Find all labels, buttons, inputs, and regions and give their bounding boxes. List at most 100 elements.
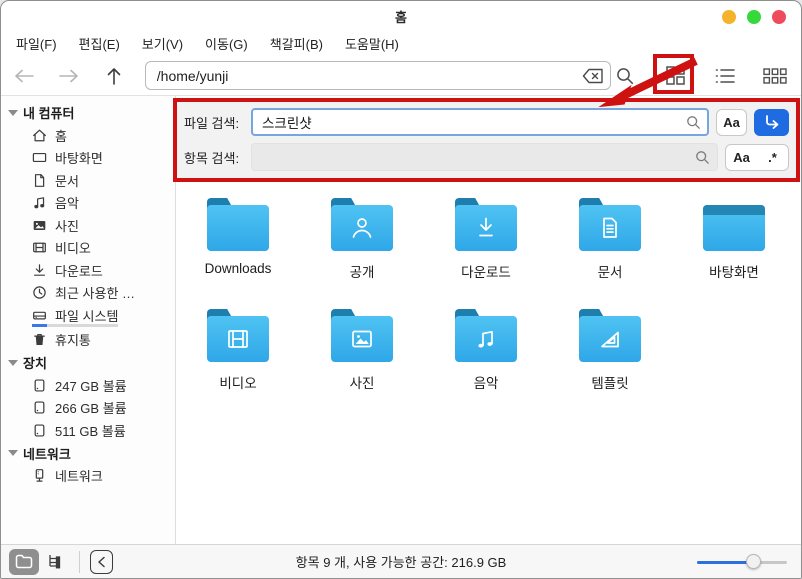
sidebar-section-header[interactable]: 네트워크 bbox=[1, 442, 175, 465]
network-icon bbox=[32, 468, 47, 483]
sidebar-item[interactable]: 문서 bbox=[1, 169, 175, 192]
regex-toggle[interactable]: .* bbox=[757, 150, 788, 165]
sidebar-item-label: 네트워크 bbox=[55, 466, 103, 485]
volume-icon bbox=[32, 400, 47, 415]
file-item-label: 음악 bbox=[474, 372, 499, 392]
folder-icon bbox=[455, 198, 517, 251]
menu-bar: 파일(F)편집(E)보기(V)이동(G)책갈피(B)도움말(H) bbox=[1, 31, 801, 56]
sidebar-item[interactable]: 511 GB 볼륨 bbox=[1, 419, 175, 442]
file-search-label: 파일 검색: bbox=[184, 113, 244, 132]
file-search-row: 파일 검색: Aa bbox=[184, 107, 789, 137]
forward-button[interactable] bbox=[54, 62, 83, 90]
menu-item-5[interactable]: 도움말(H) bbox=[334, 31, 410, 56]
sidebar-item-label: 비디오 bbox=[55, 238, 91, 257]
file-item[interactable]: 문서 bbox=[548, 198, 672, 281]
sidebar-item-label: 문서 bbox=[55, 171, 79, 190]
sidebar-section-header[interactable]: 내 컴퓨터 bbox=[1, 101, 175, 124]
sidebar-item-label: 휴지통 bbox=[55, 330, 91, 349]
expander-triangle-icon bbox=[8, 360, 18, 366]
arrow-up-icon bbox=[106, 66, 122, 86]
file-item[interactable]: 사진 bbox=[300, 309, 424, 392]
document-icon bbox=[32, 173, 47, 188]
back-button[interactable] bbox=[9, 62, 38, 90]
file-search-input[interactable] bbox=[251, 108, 709, 136]
file-grid: Downloads 공개다운로드문서바탕화면비디오사진 음악 템플릿 bbox=[176, 182, 801, 392]
file-item[interactable]: 바탕화면 bbox=[672, 198, 796, 281]
maximize-button[interactable] bbox=[747, 10, 761, 24]
file-item-label: Downloads bbox=[205, 261, 272, 276]
sidebar-item[interactable]: 비디오 bbox=[1, 237, 175, 260]
sidebar-item[interactable]: 네트워크 bbox=[1, 465, 175, 488]
up-button[interactable] bbox=[100, 62, 129, 90]
menu-item-0[interactable]: 파일(F) bbox=[5, 31, 68, 56]
file-item[interactable]: Downloads bbox=[176, 198, 300, 281]
sidebar-item[interactable]: 최근 사용한 … bbox=[1, 282, 175, 305]
path-input[interactable] bbox=[145, 61, 611, 90]
menu-item-4[interactable]: 책갈피(B) bbox=[259, 31, 334, 56]
case-sensitive-button[interactable]: Aa bbox=[716, 109, 747, 136]
item-search-options: Aa .* bbox=[725, 144, 789, 171]
folder-icon bbox=[579, 198, 641, 251]
drive-icon bbox=[32, 308, 47, 323]
item-search-input[interactable] bbox=[251, 143, 718, 171]
tree-pane-button[interactable] bbox=[39, 549, 69, 575]
sidebar-section-label: 네트워크 bbox=[23, 444, 71, 463]
sidebar-item[interactable]: 바탕화면 bbox=[1, 147, 175, 170]
window-title: 홈 bbox=[395, 7, 407, 26]
sidebar-item[interactable]: 247 GB 볼륨 bbox=[1, 374, 175, 397]
folder-icon bbox=[455, 309, 517, 362]
sidebar-item[interactable]: 음악 bbox=[1, 192, 175, 215]
item-search-input-wrap bbox=[251, 143, 718, 171]
zoom-slider[interactable] bbox=[697, 554, 787, 570]
minimize-button[interactable] bbox=[722, 10, 736, 24]
folder-icon bbox=[207, 309, 269, 362]
image-icon bbox=[32, 218, 47, 233]
sidebar-item[interactable]: 홈 bbox=[1, 124, 175, 147]
search-icon bbox=[615, 66, 635, 86]
sidebar-item-label: 사진 bbox=[55, 216, 79, 235]
folder-icon bbox=[331, 198, 393, 251]
clock-icon bbox=[32, 285, 47, 300]
search-go-button[interactable] bbox=[754, 109, 789, 136]
file-item[interactable]: 다운로드 bbox=[424, 198, 548, 281]
sidebar: 내 컴퓨터홈바탕화면문서음악사진비디오다운로드최근 사용한 …파일 시스템휴지통… bbox=[1, 96, 176, 544]
sidebar-item-label: 다운로드 bbox=[55, 261, 103, 280]
compact-view-button[interactable] bbox=[761, 62, 789, 90]
sidebar-item[interactable]: 다운로드 bbox=[1, 259, 175, 282]
file-item-label: 사진 bbox=[350, 372, 375, 392]
menu-item-2[interactable]: 보기(V) bbox=[131, 31, 194, 56]
file-item[interactable]: 공개 bbox=[300, 198, 424, 281]
file-item[interactable]: 비디오 bbox=[176, 309, 300, 392]
sidebar-section-label: 장치 bbox=[23, 353, 47, 372]
clear-path-button[interactable] bbox=[582, 66, 604, 85]
collapse-sidebar-button[interactable] bbox=[90, 550, 113, 574]
file-item[interactable]: 템플릿 bbox=[548, 309, 672, 392]
file-item-label: 템플릿 bbox=[591, 372, 628, 392]
chevron-left-icon bbox=[97, 556, 106, 568]
case-sensitive-toggle[interactable]: Aa bbox=[726, 150, 757, 165]
slider-handle[interactable] bbox=[746, 554, 761, 569]
music-icon bbox=[32, 195, 47, 210]
sidebar-item-label: 홈 bbox=[55, 126, 67, 145]
close-button[interactable] bbox=[772, 10, 786, 24]
main-pane: 파일 검색: Aa 항목 검색: bbox=[176, 96, 801, 544]
list-view-button[interactable] bbox=[711, 62, 739, 90]
menu-item-3[interactable]: 이동(G) bbox=[194, 31, 259, 56]
slider-fill bbox=[697, 561, 753, 564]
icon-view-button[interactable] bbox=[661, 62, 689, 90]
sidebar-item[interactable]: 사진 bbox=[1, 214, 175, 237]
sidebar-item[interactable]: 휴지통 bbox=[1, 329, 175, 352]
places-pane-button[interactable] bbox=[9, 549, 39, 575]
trash-icon bbox=[32, 332, 47, 347]
sidebar-section-header[interactable]: 장치 bbox=[1, 351, 175, 374]
menu-item-1[interactable]: 편집(E) bbox=[68, 31, 131, 56]
film-icon bbox=[32, 240, 47, 255]
file-manager-window: 홈 파일(F)편집(E)보기(V)이동(G)책갈피(B)도움말(H) bbox=[0, 0, 802, 579]
download-icon bbox=[32, 263, 47, 278]
file-item[interactable]: 음악 bbox=[424, 309, 548, 392]
sidebar-item[interactable]: 266 GB 볼륨 bbox=[1, 397, 175, 420]
jump-arrow-icon bbox=[763, 114, 781, 130]
sidebar-item-label: 바탕화면 bbox=[55, 148, 103, 167]
window-body: 내 컴퓨터홈바탕화면문서음악사진비디오다운로드최근 사용한 …파일 시스템휴지통… bbox=[1, 96, 801, 544]
search-button[interactable] bbox=[611, 62, 639, 90]
